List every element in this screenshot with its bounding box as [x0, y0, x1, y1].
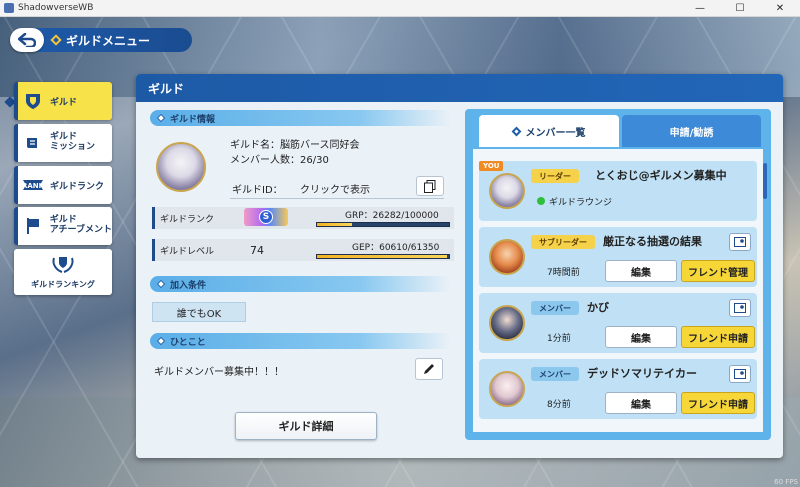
edit-member-button[interactable]: 編集 — [605, 260, 677, 282]
window-title-bar: ShadowverseWB — ☐ ✕ — [0, 0, 800, 17]
rank-s-icon: S — [259, 210, 273, 224]
app-icon — [4, 3, 14, 13]
online-status-icon — [537, 197, 545, 205]
member-count-row: メンバー人数：26/30 — [230, 155, 329, 166]
guild-name-row: ギルド名：脳筋バース同好会 — [230, 140, 360, 151]
fps-counter: 60 FPS — [774, 478, 798, 486]
sidebar-item-label: ギルドランキング — [31, 280, 95, 289]
grp-text: GRP：26282/100000 — [345, 211, 439, 221]
menu-header: ギルドメニュー — [26, 28, 192, 52]
member-name: デッドソマリテイカー — [587, 367, 697, 380]
sidebar-item-label: ギルドランク — [50, 181, 105, 192]
gep-text: GEP：60610/61350 — [352, 243, 440, 253]
close-button[interactable]: ✕ — [760, 3, 800, 14]
section-join-conditions: 加入条件 — [150, 276, 450, 292]
rank-badge: S — [244, 208, 288, 226]
back-button[interactable] — [10, 28, 44, 52]
section-comment: ひとこと — [150, 333, 450, 349]
guild-shield-icon — [22, 92, 44, 110]
join-condition-value: 誰でもOK — [152, 302, 246, 322]
back-arrow-icon — [18, 33, 36, 47]
tab-members[interactable]: メンバー一覧 — [479, 115, 619, 147]
pencil-icon — [424, 364, 434, 374]
role-badge: メンバー — [531, 367, 579, 381]
menu-title: ギルドメニュー — [66, 33, 151, 48]
window-title: ShadowverseWB — [18, 3, 94, 13]
guild-name: 脳筋バース同好会 — [280, 140, 360, 151]
role-badge: リーダー — [531, 169, 579, 183]
panel-title: ギルド — [136, 74, 783, 102]
guild-comment: ギルドメンバー募集中！！！ — [154, 367, 284, 378]
mission-scroll-icon — [22, 134, 44, 152]
member-count: 26/30 — [300, 155, 329, 166]
diamond-icon — [511, 126, 521, 136]
last-active: 7時間前 — [547, 268, 580, 278]
member-list[interactable]: リーダー とくおじ@ギルメン募集中 ギルドラウンジ サブリーダー 厳正なる抽選の… — [473, 149, 763, 432]
diamond-icon — [50, 34, 62, 46]
maximize-button[interactable]: ☐ — [720, 3, 760, 14]
member-name: 厳正なる抽選の結果 — [603, 235, 702, 248]
sidebar-item-achievement[interactable]: ギルド アチーブメント — [14, 207, 112, 245]
friend-request-button[interactable]: フレンド申請 — [681, 392, 755, 414]
level-label: ギルドレベル — [160, 247, 215, 257]
section-guild-info: ギルド情報 — [150, 110, 450, 126]
tab-requests[interactable]: 申請/勧誘 — [622, 115, 761, 147]
guild-id-reveal[interactable]: クリックで表示 — [300, 181, 370, 196]
sidebar-item-mission[interactable]: ギルド ミッション — [14, 124, 112, 162]
sidebar-item-label: ギルド ミッション — [50, 132, 96, 152]
member-card[interactable]: メンバー デッドソマリテイカー 8分前 編集 フレンド申請 — [479, 359, 757, 419]
role-badge: サブリーダー — [531, 235, 595, 249]
member-panel: メンバー一覧 申請/勧誘 リーダー とくおじ@ギルメン募集中 ギルドラウンジ サ… — [465, 109, 771, 440]
last-active: 8分前 — [547, 400, 571, 410]
edit-member-button[interactable]: 編集 — [605, 326, 677, 348]
profile-card-icon[interactable] — [729, 233, 751, 251]
profile-card-icon[interactable] — [729, 299, 751, 317]
guild-emblem-avatar — [156, 142, 206, 192]
guild-detail-button[interactable]: ギルド詳細 — [235, 412, 377, 440]
grp-gauge — [316, 222, 450, 227]
member-avatar — [489, 371, 525, 407]
member-avatar — [489, 173, 525, 209]
member-status: ギルドラウンジ — [549, 198, 613, 208]
gep-gauge — [316, 254, 450, 259]
sidebar-item-label: ギルド — [50, 97, 78, 108]
member-card[interactable]: メンバー かび 1分前 編集 フレンド申請 — [479, 293, 757, 353]
svg-text:RANK: RANK — [22, 182, 44, 190]
role-badge: メンバー — [531, 301, 579, 315]
last-active: 1分前 — [547, 334, 571, 344]
sidebar-item-label: ギルド アチーブメント — [49, 215, 112, 235]
friend-request-button[interactable]: フレンド申請 — [681, 326, 755, 348]
member-list-scrollbar[interactable] — [763, 163, 767, 199]
member-name: とくおじ@ギルメン募集中 — [595, 169, 727, 182]
guild-level: 74 — [250, 244, 264, 257]
minimize-button[interactable]: — — [680, 3, 720, 14]
profile-card-icon[interactable] — [729, 365, 751, 383]
copy-icon — [424, 179, 436, 193]
rank-banner-icon: RANK — [22, 176, 44, 194]
edit-member-button[interactable]: 編集 — [605, 392, 677, 414]
laurel-ranking-icon — [50, 254, 76, 279]
member-name: かび — [587, 301, 609, 314]
sidebar-item-ranking[interactable]: ギルドランキング — [14, 249, 112, 295]
member-avatar — [489, 239, 525, 275]
sidebar-item-guild[interactable]: ギルド — [14, 82, 112, 120]
copy-id-button[interactable] — [416, 176, 444, 196]
friend-manage-button[interactable]: フレンド管理 — [681, 260, 755, 282]
member-avatar — [489, 305, 525, 341]
edit-comment-button[interactable] — [415, 358, 443, 380]
member-card[interactable]: リーダー とくおじ@ギルメン募集中 ギルドラウンジ — [479, 161, 757, 221]
you-badge: YOU — [479, 161, 504, 171]
rank-label: ギルドランク — [160, 215, 215, 225]
member-card[interactable]: サブリーダー 厳正なる抽選の結果 7時間前 編集 フレンド管理 — [479, 227, 757, 287]
achievement-flag-icon — [22, 217, 44, 235]
guild-id-label: ギルドID： — [232, 185, 283, 196]
sidebar-item-rank[interactable]: RANK ギルドランク — [14, 166, 112, 204]
